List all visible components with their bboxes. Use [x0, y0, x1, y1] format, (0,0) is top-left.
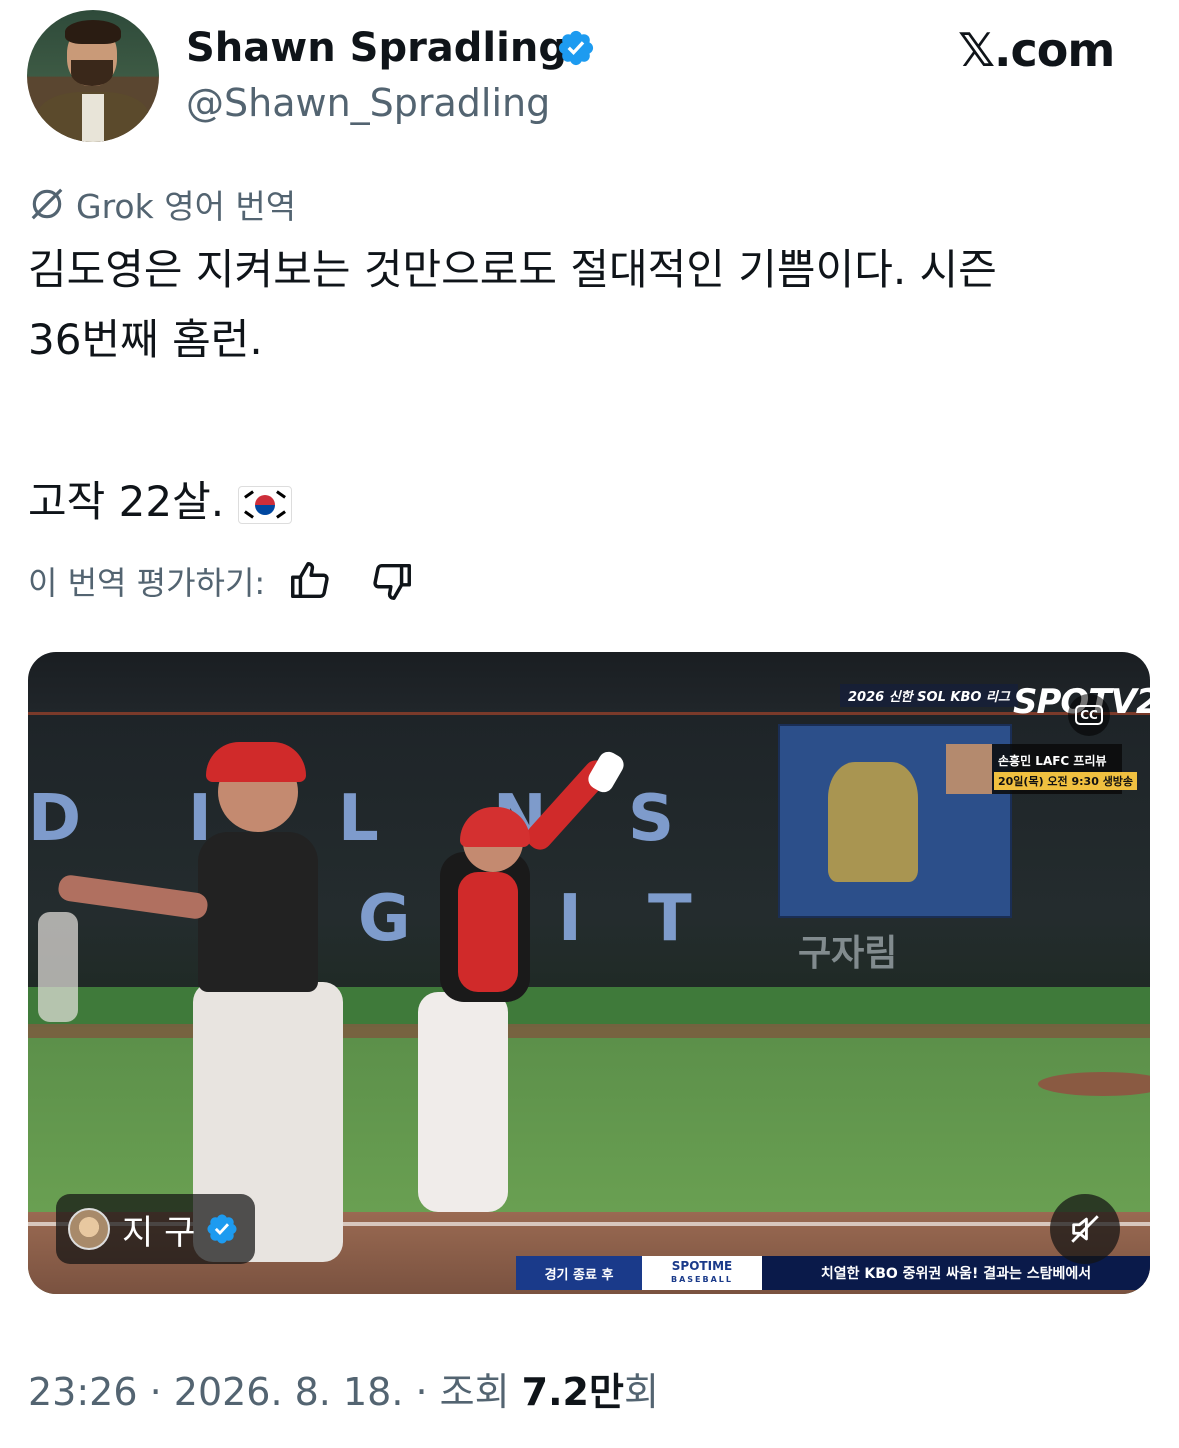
tweet-meta: 23:26 · 2026. 8. 18. · 조회 7.2만회	[28, 1370, 659, 1414]
closed-captions-button[interactable]: CC	[1068, 694, 1110, 736]
translation-label: Grok 영어 번역	[28, 184, 296, 226]
player-batter	[418, 992, 508, 1212]
tweet-body: 김도영은 지켜보는 것만으로도 절대적인 기쁨이다. 시즌 36번째 홈런. 고…	[28, 242, 1148, 526]
author-name[interactable]: Shawn Spradling	[186, 24, 567, 72]
mute-button[interactable]	[1050, 1194, 1120, 1264]
grok-icon	[31, 188, 63, 220]
tweet-line-1: 김도영은 지켜보는 것만으로도 절대적인 기쁨이다. 시즌	[28, 245, 997, 294]
translation-text: Grok 영어 번역	[76, 187, 297, 226]
cc-icon: CC	[1075, 705, 1103, 725]
verified-badge-icon	[207, 1214, 237, 1244]
rating-label: 이 번역 평가하기:	[28, 564, 266, 602]
brand-logo: 𝕏.com	[958, 23, 1115, 77]
origin-account-chip[interactable]: 지 구	[56, 1194, 256, 1264]
views-prefix: 조회	[439, 1370, 510, 1414]
thumbs-up-icon[interactable]	[287, 558, 333, 604]
video-player[interactable]: D I L N S G I T 구자림 2026 신한 SOL KBO 리그 S…	[28, 652, 1150, 1294]
author-avatar[interactable]	[27, 10, 159, 142]
translation-rating: 이 번역 평가하기:	[28, 558, 415, 604]
author-handle[interactable]: @Shawn_Spradling	[186, 80, 550, 126]
origin-account-name: 지 구	[122, 1212, 196, 1253]
broadcast-ticker: 경기 종료 후 SPOTIME BASEBALL 치열한 KBO 중위권 싸움! …	[516, 1256, 1150, 1290]
ticker-logo: SPOTIME BASEBALL	[642, 1256, 762, 1290]
stadium-sign: 구자림	[798, 933, 898, 974]
tweet-time[interactable]: 23:26	[28, 1370, 138, 1414]
tweet-line-3: 고작 22살.	[28, 474, 293, 530]
verified-badge-icon	[558, 30, 594, 66]
promo-time: 20일(목) 오전 9:30 생방송	[994, 772, 1138, 790]
views-suffix: 회	[623, 1370, 659, 1414]
views-count: 7.2만	[521, 1370, 624, 1414]
tweet-line-2: 36번째 홈런.	[28, 315, 263, 364]
tweet-date[interactable]: 2026. 8. 18.	[174, 1370, 404, 1414]
broadcast-bug: 2026 신한 SOL KBO 리그	[840, 684, 1018, 707]
promo-title: 손흥민 LAFC 프리뷰	[998, 754, 1107, 768]
south-korea-flag-icon	[238, 485, 293, 524]
muted-speaker-icon	[1071, 1215, 1099, 1243]
ticker-left: 경기 종료 후	[516, 1256, 642, 1290]
promo-banner: 손흥민 LAFC 프리뷰 20일(목) 오전 9:30 생방송	[946, 744, 1138, 794]
origin-avatar	[68, 1208, 110, 1250]
promo-thumbnail	[946, 744, 992, 794]
thumbs-down-icon[interactable]	[369, 558, 415, 604]
